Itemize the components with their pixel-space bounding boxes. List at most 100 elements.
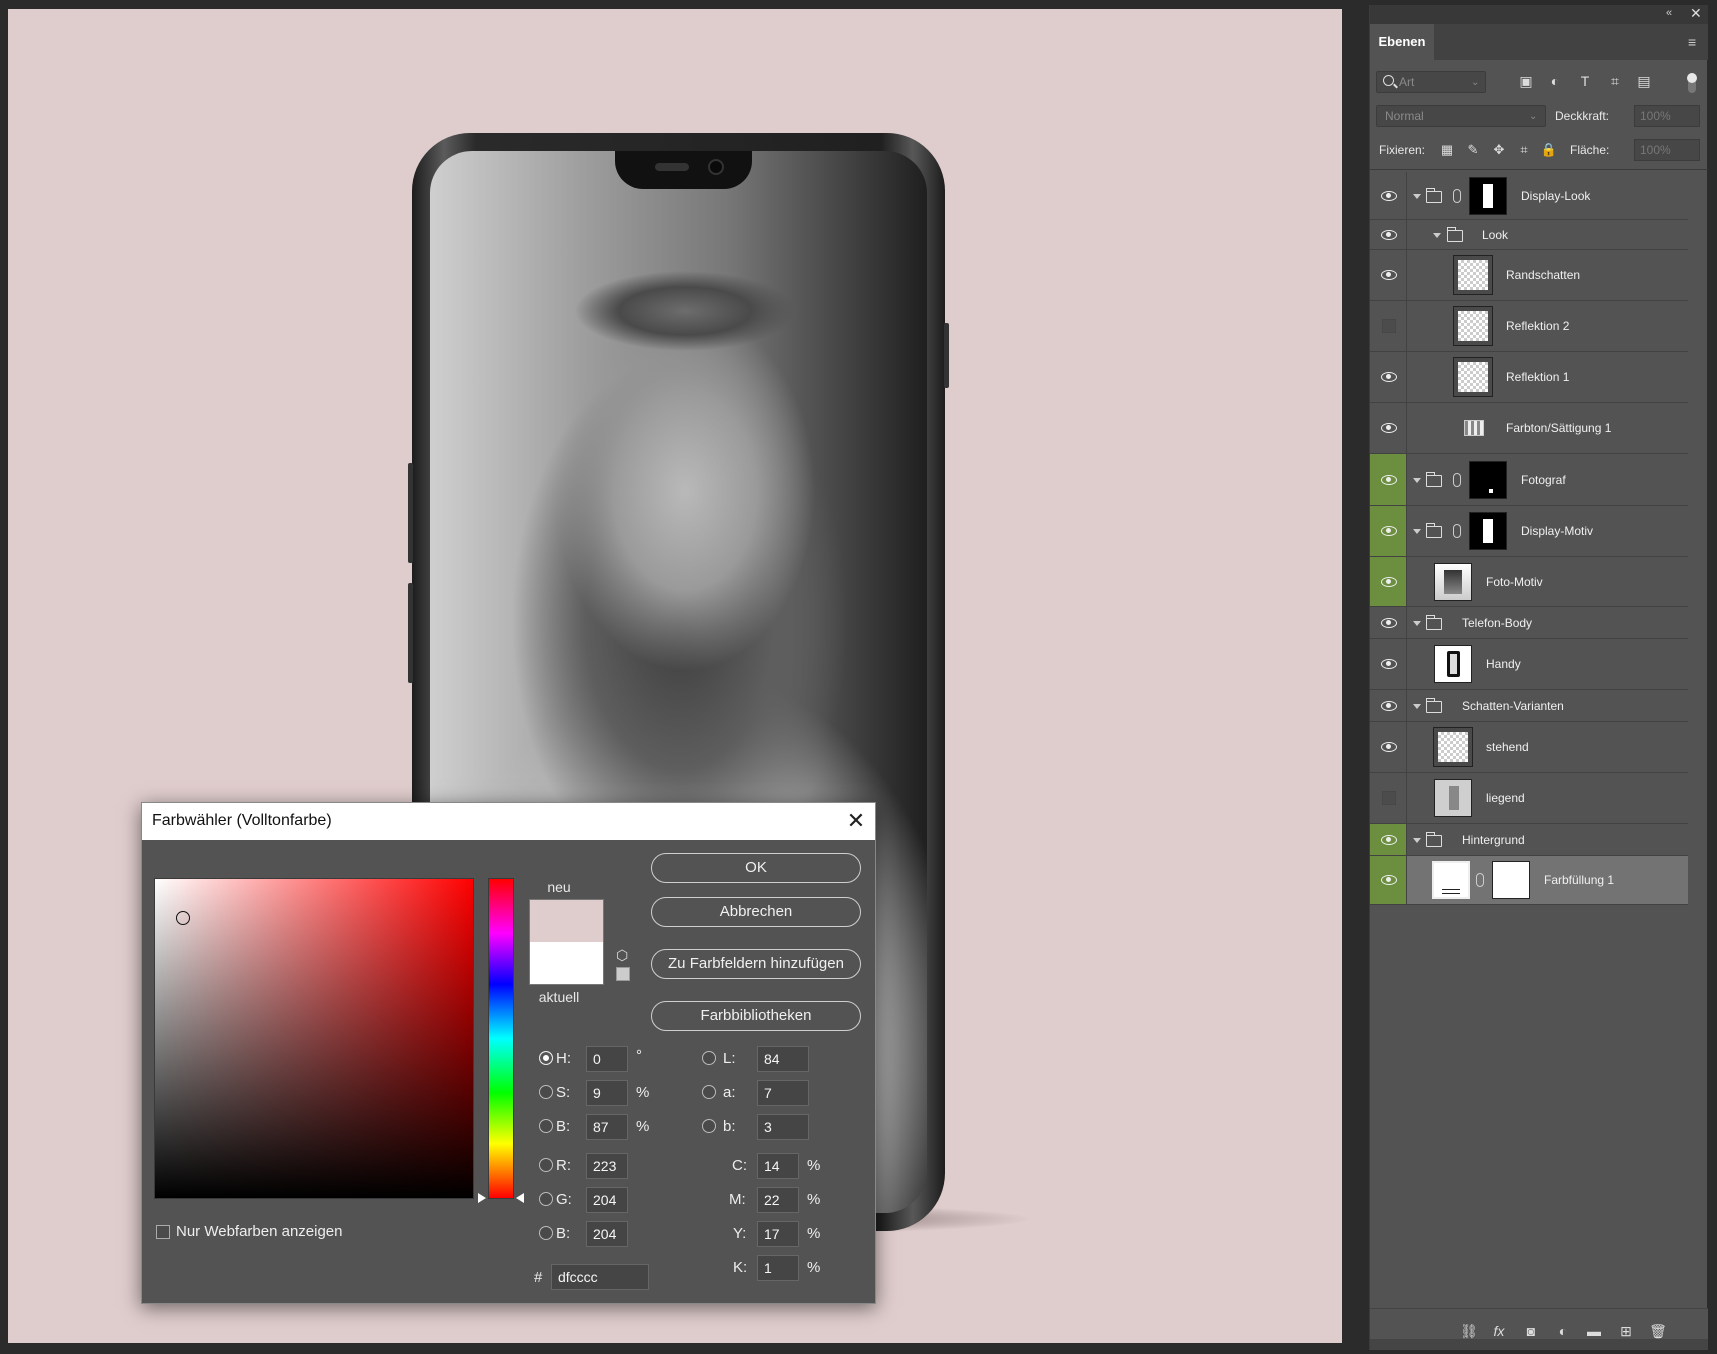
hue-input[interactable]: 0 xyxy=(586,1046,628,1072)
collapse-icon[interactable]: « xyxy=(1666,7,1672,19)
new-group-icon[interactable]: ▬ xyxy=(1585,1323,1603,1339)
close-icon[interactable]: ✕ xyxy=(1690,5,1702,22)
red-input[interactable]: 223 xyxy=(586,1153,628,1179)
lab-b-input[interactable]: 3 xyxy=(757,1114,809,1140)
hex-input[interactable]: dfcccc xyxy=(551,1264,649,1290)
black-input[interactable]: 1 xyxy=(757,1255,799,1281)
new-layer-icon[interactable]: ⊞ xyxy=(1617,1323,1635,1339)
websafe-checkbox[interactable] xyxy=(156,1225,170,1239)
link-layers-icon[interactable]: ⛓ xyxy=(1460,1323,1478,1339)
visibility-toggle[interactable] xyxy=(1370,773,1407,823)
current-color-swatch[interactable] xyxy=(529,942,604,985)
visibility-toggle[interactable] xyxy=(1370,220,1407,249)
layer-row-farbfuellung-1[interactable]: Farbfüllung 1 xyxy=(1370,856,1688,905)
adjustment-filter-icon[interactable]: ◐ xyxy=(1546,72,1564,90)
visibility-toggle[interactable] xyxy=(1370,607,1407,638)
fill-layer-thumbnail[interactable] xyxy=(1432,861,1470,899)
chevron-down-icon[interactable] xyxy=(1413,529,1421,534)
visibility-toggle[interactable] xyxy=(1370,690,1407,721)
visibility-toggle[interactable] xyxy=(1370,824,1407,855)
yellow-input[interactable]: 17 xyxy=(757,1221,799,1247)
layer-row-farbton-saettigung-1[interactable]: Farbton/Sättigung 1 xyxy=(1370,403,1688,454)
layer-row-reflektion-2[interactable]: Reflektion 2 xyxy=(1370,301,1688,352)
panel-menu-icon[interactable]: ≡ xyxy=(1688,34,1696,50)
lab-a-input[interactable]: 7 xyxy=(757,1080,809,1106)
visibility-toggle[interactable] xyxy=(1370,639,1407,689)
layer-row-display-look[interactable]: Display-Look xyxy=(1370,172,1688,220)
brightness-radio[interactable] xyxy=(539,1119,553,1133)
visibility-toggle[interactable] xyxy=(1370,506,1407,556)
image-filter-icon[interactable]: ▣ xyxy=(1517,72,1535,90)
chevron-down-icon[interactable] xyxy=(1413,621,1421,626)
panel-resize-grip[interactable] xyxy=(1370,1339,1708,1350)
layer-row-handy[interactable]: Handy xyxy=(1370,639,1688,690)
hue-slider-arrow-left[interactable] xyxy=(478,1193,486,1203)
layer-row-schatten-varianten[interactable]: Schatten-Varianten xyxy=(1370,690,1688,722)
visibility-toggle[interactable] xyxy=(1370,454,1407,505)
layer-row-randschatten[interactable]: Randschatten xyxy=(1370,250,1688,301)
visibility-toggle[interactable] xyxy=(1370,250,1407,300)
chevron-down-icon[interactable] xyxy=(1433,233,1441,238)
lock-position-icon[interactable]: ✥ xyxy=(1490,141,1508,159)
layer-row-look[interactable]: Look xyxy=(1370,220,1688,250)
visibility-toggle[interactable] xyxy=(1370,172,1407,219)
green-radio[interactable] xyxy=(539,1192,553,1206)
type-filter-icon[interactable]: T xyxy=(1576,72,1594,90)
cancel-button[interactable]: Abbrechen xyxy=(651,897,861,927)
tab-layers[interactable]: Ebenen xyxy=(1370,24,1434,60)
lab-a-radio[interactable] xyxy=(702,1085,716,1099)
add-to-swatches-button[interactable]: Zu Farbfeldern hinzufügen xyxy=(651,949,861,979)
layer-row-foto-motiv[interactable]: Foto-Motiv xyxy=(1370,557,1688,607)
lab-b-radio[interactable] xyxy=(702,1119,716,1133)
layer-row-fotograf[interactable]: Fotograf xyxy=(1370,454,1688,506)
ok-button[interactable]: OK xyxy=(651,853,861,883)
hue-radio[interactable] xyxy=(539,1051,553,1065)
visibility-toggle[interactable] xyxy=(1370,352,1407,402)
cyan-input[interactable]: 14 xyxy=(757,1153,799,1179)
layer-row-hintergrund[interactable]: Hintergrund xyxy=(1370,824,1688,856)
lock-transparency-icon[interactable]: ▦ xyxy=(1438,141,1456,159)
chevron-down-icon[interactable] xyxy=(1413,194,1421,199)
layer-filter-select[interactable]: Art ⌄ xyxy=(1376,71,1486,93)
layer-row-display-motiv[interactable]: Display-Motiv xyxy=(1370,506,1688,557)
fill-input[interactable]: 100% xyxy=(1634,139,1700,161)
lab-l-radio[interactable] xyxy=(702,1051,716,1065)
chevron-down-icon[interactable] xyxy=(1413,478,1421,483)
chevron-down-icon[interactable] xyxy=(1413,704,1421,709)
layer-row-telefon-body[interactable]: Telefon-Body xyxy=(1370,607,1688,639)
layer-row-reflektion-1[interactable]: Reflektion 1 xyxy=(1370,352,1688,403)
visibility-toggle[interactable] xyxy=(1370,722,1407,772)
smart-object-filter-icon[interactable]: ▤ xyxy=(1635,72,1653,90)
layer-row-stehend[interactable]: stehend xyxy=(1370,722,1688,773)
saturation-radio[interactable] xyxy=(539,1085,553,1099)
visibility-toggle[interactable] xyxy=(1370,301,1407,351)
magenta-input[interactable]: 22 xyxy=(757,1187,799,1213)
lock-artboard-icon[interactable]: ⌗ xyxy=(1515,141,1533,159)
visibility-toggle[interactable] xyxy=(1370,856,1407,904)
cube-icon[interactable]: ⬡ xyxy=(616,947,628,964)
hue-slider[interactable] xyxy=(488,878,514,1199)
visibility-toggle[interactable] xyxy=(1370,557,1407,606)
fx-icon[interactable]: fx xyxy=(1490,1323,1508,1339)
visibility-toggle[interactable] xyxy=(1370,403,1407,453)
green-input[interactable]: 204 xyxy=(586,1187,628,1213)
saturation-brightness-field[interactable] xyxy=(154,878,474,1199)
color-field-cursor[interactable] xyxy=(176,911,190,925)
saturation-input[interactable]: 9 xyxy=(586,1080,628,1106)
close-icon[interactable]: ✕ xyxy=(842,807,870,835)
red-radio[interactable] xyxy=(539,1158,553,1172)
add-mask-icon[interactable]: ◙ xyxy=(1522,1323,1540,1339)
chevron-down-icon[interactable] xyxy=(1413,838,1421,843)
hue-slider-arrow-right[interactable] xyxy=(516,1193,524,1203)
layer-row-liegend[interactable]: liegend xyxy=(1370,773,1688,824)
filter-toggle-switch[interactable] xyxy=(1687,73,1697,93)
blue-radio[interactable] xyxy=(539,1226,553,1240)
brightness-input[interactable]: 87 xyxy=(586,1114,628,1140)
trash-icon[interactable]: 🗑 xyxy=(1649,1323,1667,1339)
lock-all-icon[interactable]: 🔒 xyxy=(1540,141,1558,159)
websafe-color-swatch[interactable] xyxy=(616,967,630,981)
lock-image-icon[interactable]: ✎ xyxy=(1464,141,1482,159)
adjustment-layer-icon[interactable]: ◐ xyxy=(1554,1323,1572,1339)
opacity-input[interactable]: 100% xyxy=(1634,105,1700,127)
lab-l-input[interactable]: 84 xyxy=(757,1046,809,1072)
